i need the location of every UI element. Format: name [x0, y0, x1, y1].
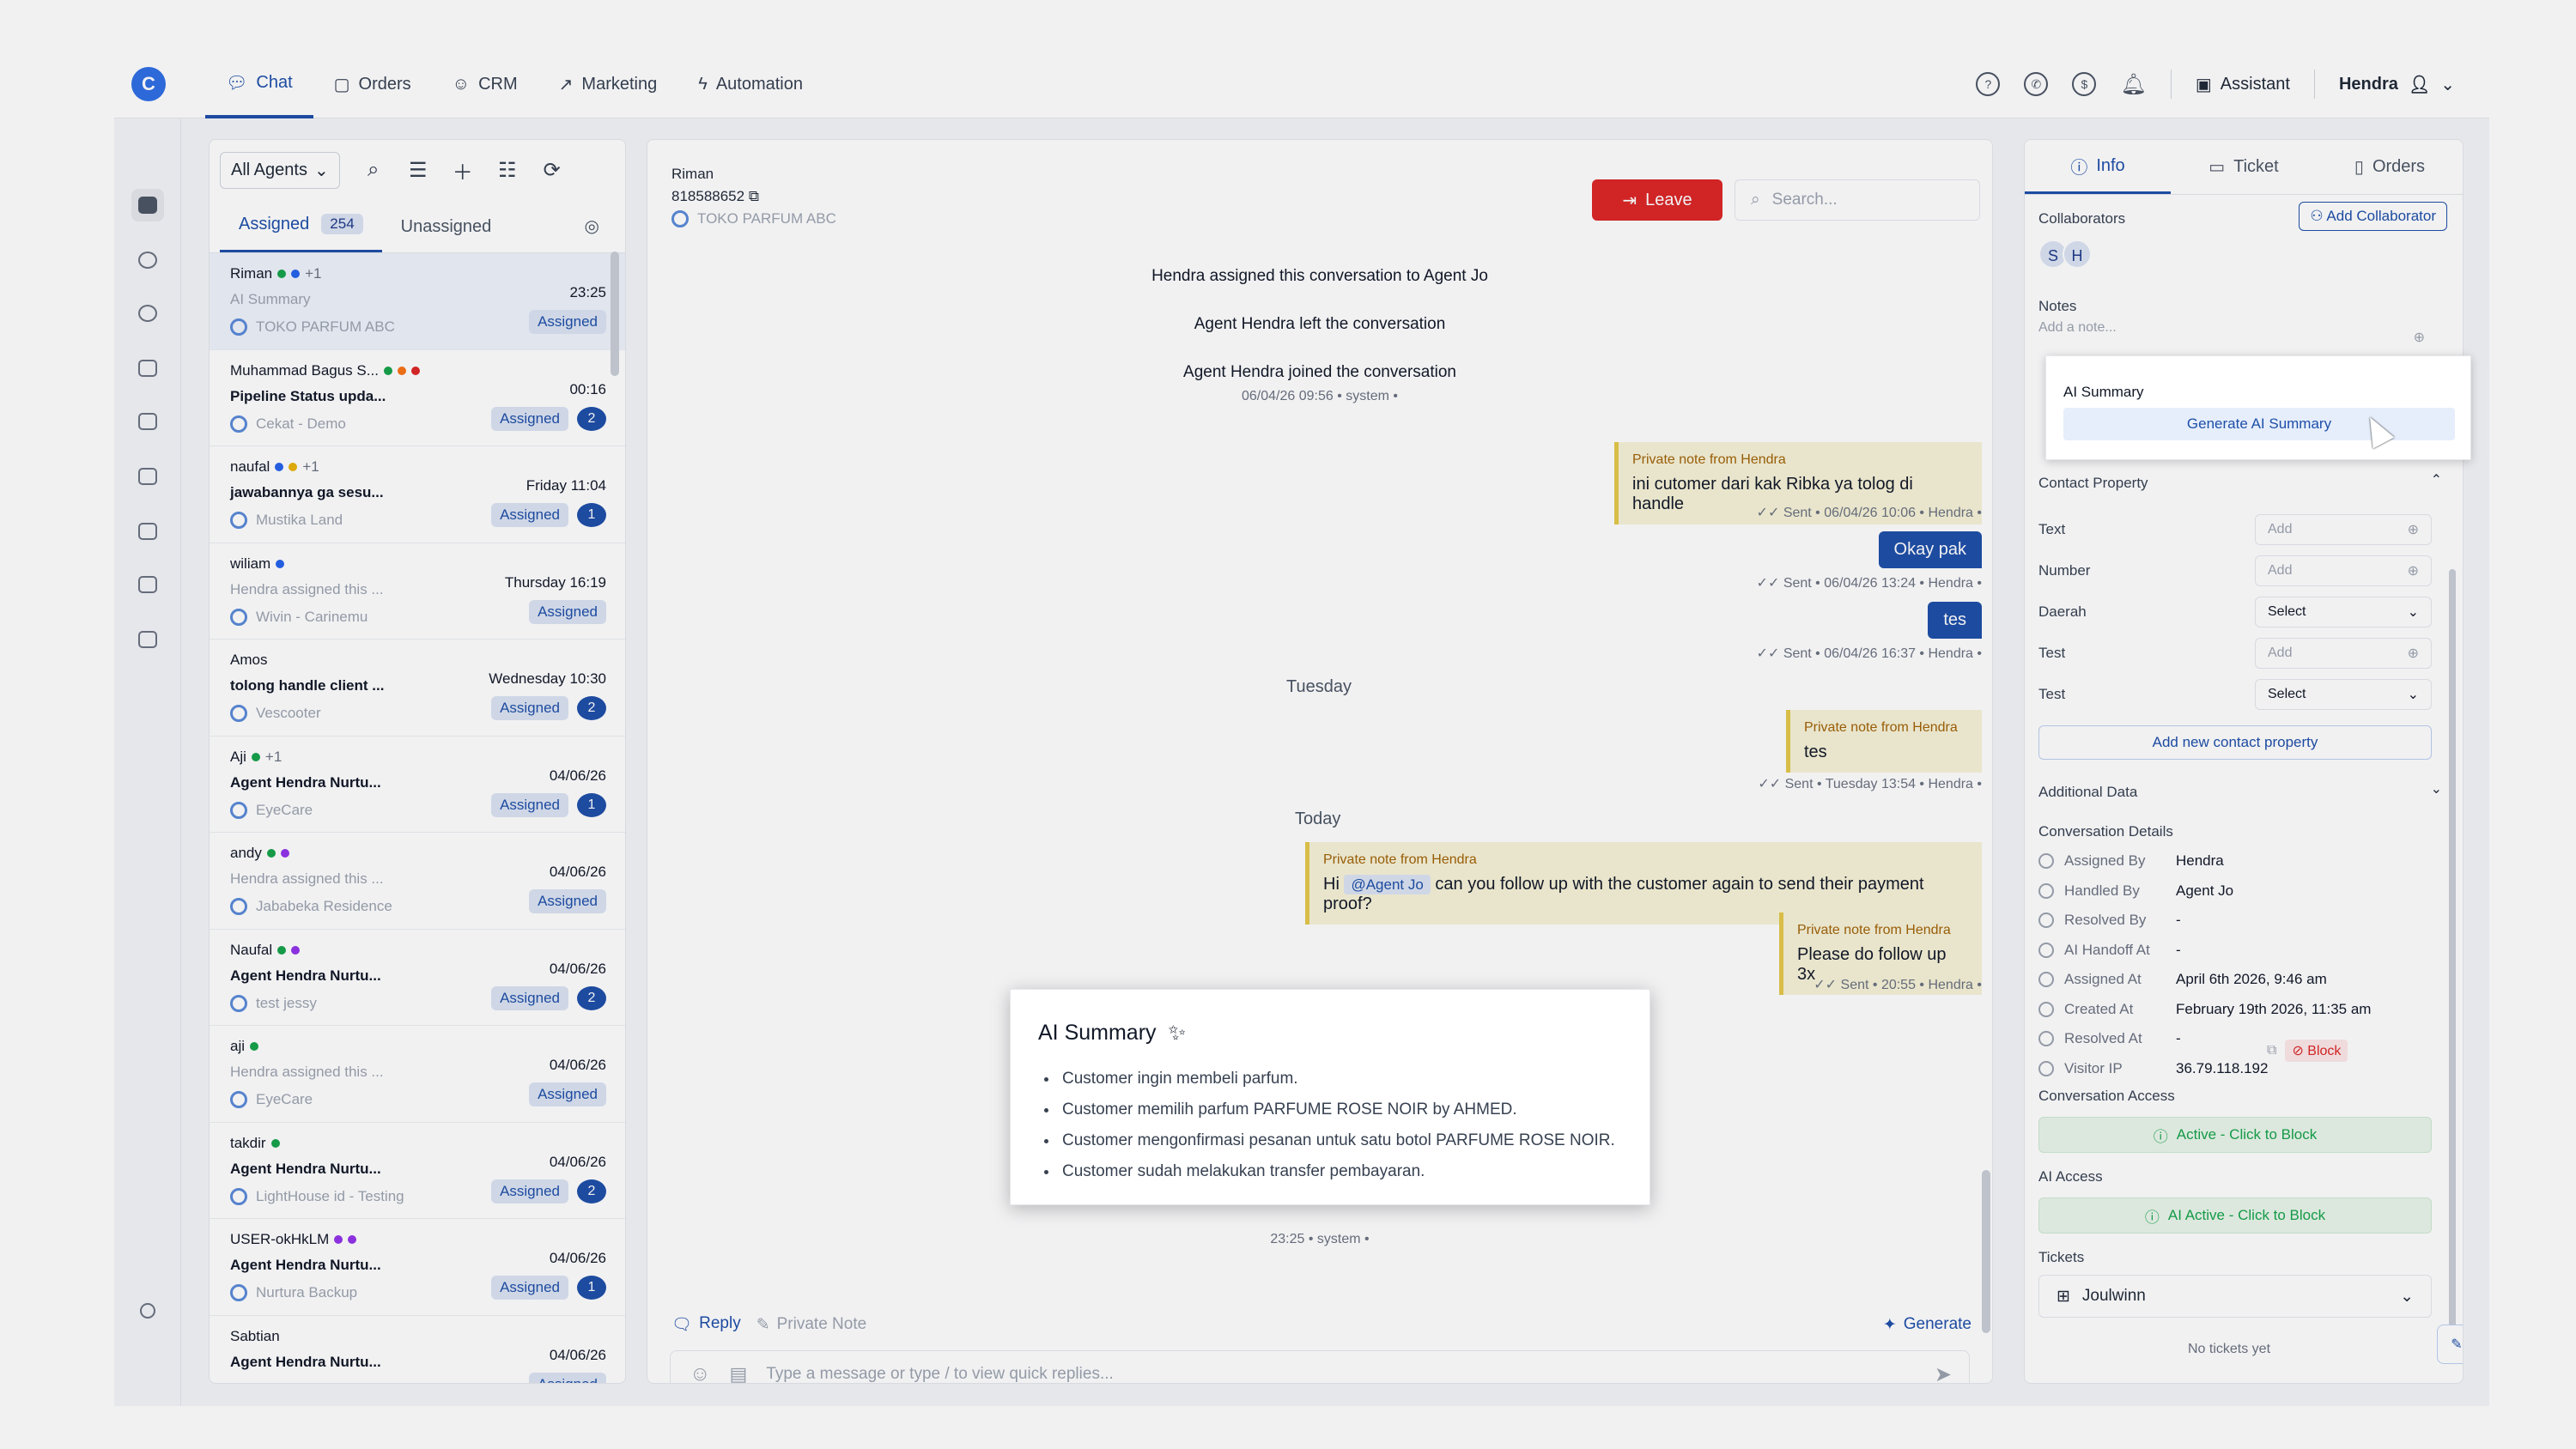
- ai-summary-title-text: AI Summary: [1038, 1021, 1157, 1045]
- ai-summary-popover-title: AI Summary: [2063, 384, 2144, 400]
- ai-summary-title: AI Summary ✨︎: [1038, 1021, 1186, 1046]
- ai-summary-dialog: AI Summary ✨︎ Customer ingin membeli parf…: [1010, 989, 1650, 1205]
- summary-item: Customer sudah melakukan transfer pembay…: [1059, 1156, 1615, 1187]
- sparkle-icon: ✨︎: [1168, 1021, 1187, 1045]
- generate-ai-summary-button[interactable]: Generate AI Summary: [2063, 408, 2455, 440]
- ai-summary-popover: AI Summary Generate AI Summary: [2045, 355, 2471, 460]
- ai-summary-list: Customer ingin membeli parfum. Customer …: [1059, 1064, 1615, 1187]
- summary-item: Customer memilih parfum PARFUME ROSE NOI…: [1059, 1094, 1615, 1125]
- generate-ai-summary-label: Generate AI Summary: [2186, 415, 2332, 432]
- dim-overlay: [0, 0, 2576, 1449]
- summary-item: Customer ingin membeli parfum.: [1059, 1064, 1615, 1094]
- summary-item: Customer mengonfirmasi pesanan untuk sat…: [1059, 1125, 1615, 1156]
